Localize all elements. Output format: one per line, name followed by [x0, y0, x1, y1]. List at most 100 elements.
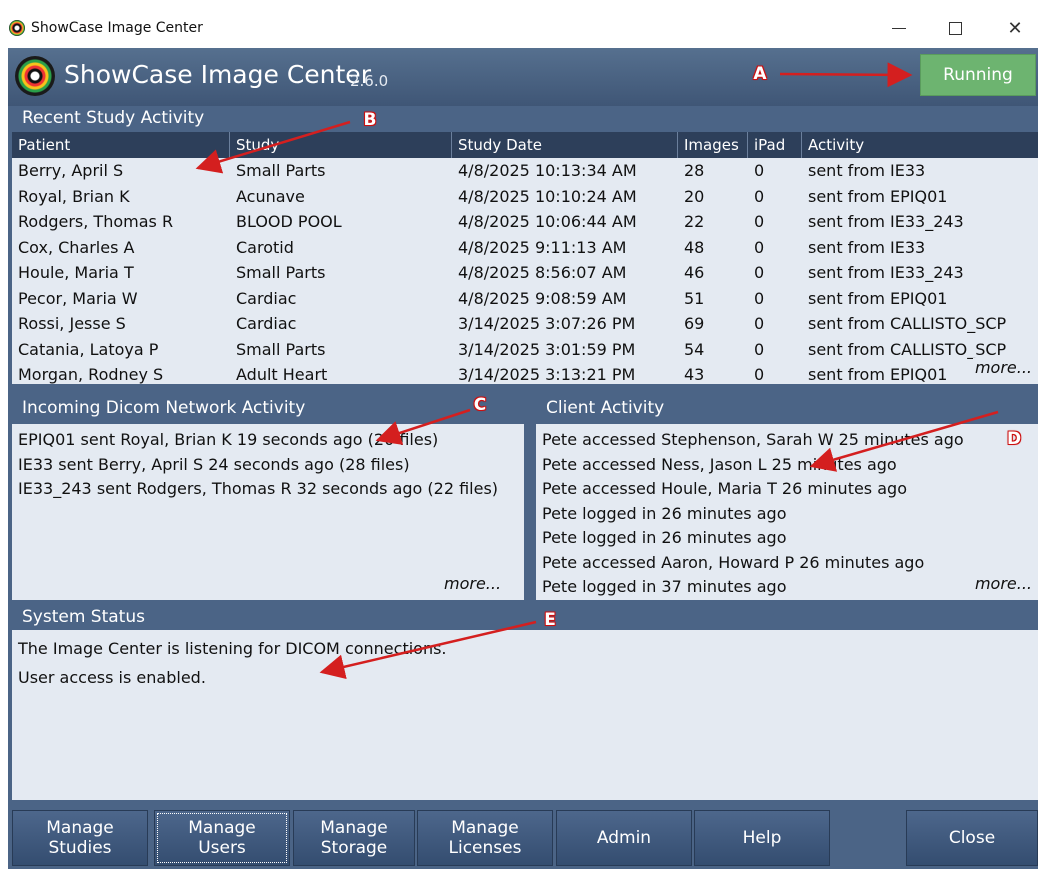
table-row[interactable]: Berry, April S Small Parts 4/8/2025 10:13:… [12, 158, 1038, 184]
maximize-icon [948, 21, 962, 35]
annotation-label-c: C [473, 395, 487, 415]
list-item: EPIQ01 sent Royal, Brian K 19 seconds ag… [18, 430, 439, 449]
cell-activity: sent from IE33_243 [808, 212, 964, 231]
help-button[interactable]: Help [694, 810, 830, 866]
cell-activity: sent from CALLISTO_SCP [808, 314, 1007, 333]
cell-study: Small Parts [236, 263, 326, 282]
cell-study: Carotid [236, 237, 294, 257]
cell-ipad: 0 [754, 212, 765, 231]
recent-study-title: Recent Study Activity [22, 108, 205, 128]
cell-study-date: 4/8/2025 9:11:13 AM [458, 237, 627, 257]
cell-patient: Cox, Charles A [18, 237, 135, 257]
cell-images: 46 [684, 263, 705, 282]
column-header-images[interactable]: Images [678, 132, 748, 158]
manage-studies-button[interactable]: Manage Studies [12, 810, 148, 866]
cell-images: 69 [684, 314, 705, 333]
table-row[interactable]: Catania, Latoya P Small Parts 3/14/2025 3:… [12, 337, 1038, 363]
cell-ipad: 0 [754, 314, 765, 333]
column-header-study-date[interactable]: Study Date [452, 132, 678, 158]
cell-images: 54 [684, 339, 705, 359]
cell-study: BLOOD POOL [236, 212, 342, 231]
client-activity-title: Client Activity [546, 398, 665, 418]
cell-study: Cardiac [236, 288, 297, 308]
cell-ipad: 0 [754, 237, 765, 257]
window-title: ShowCase Image Center [31, 20, 203, 36]
app-window: ShowCase Image Center 2.6.0 Running Rece… [8, 48, 1038, 869]
admin-button[interactable]: Admin [556, 810, 692, 866]
cell-patient: Catania, Latoya P [18, 339, 159, 359]
running-status-button[interactable]: Running [920, 54, 1036, 96]
manage-users-button[interactable]: Manage Users [154, 810, 290, 866]
help-label: Help [742, 828, 782, 848]
incoming-activity-list: EPIQ01 sent Royal, Brian K 19 seconds ag… [18, 428, 522, 502]
app-title: ShowCase Image Center [64, 60, 371, 89]
study-table-header: Patient Study Study Date Images iPad Act… [12, 132, 1038, 158]
close-window-button[interactable]: ✕ [992, 12, 1038, 44]
manage-licenses-label: Manage Licenses [448, 818, 522, 858]
client-activity-list: Pete accessed Stephenson, Sarah W 25 min… [542, 428, 964, 600]
column-header-ipad[interactable]: iPad [748, 132, 802, 158]
maximize-button[interactable] [932, 12, 978, 44]
cell-images: 48 [684, 237, 705, 257]
manage-users-label: Manage Users [188, 818, 256, 858]
cell-patient: Pecor, Maria W [18, 288, 138, 308]
column-header-activity[interactable]: Activity [802, 132, 1038, 158]
cell-patient: Rossi, Jesse S [18, 314, 126, 333]
cell-study: Small Parts [236, 161, 326, 180]
cell-images: 20 [684, 186, 705, 206]
study-more-link[interactable]: more... [972, 358, 1032, 377]
admin-label: Admin [596, 828, 652, 848]
cell-patient: Rodgers, Thomas R [18, 212, 174, 231]
window-titlebar: ShowCase Image Center ✕ [0, 8, 1038, 48]
cell-patient: Houle, Maria T [18, 263, 134, 282]
incoming-activity-title: Incoming Dicom Network Activity [22, 398, 306, 418]
cell-images: 43 [684, 365, 705, 384]
cell-study-date: 4/8/2025 10:06:44 AM [458, 212, 637, 231]
table-row[interactable]: Cox, Charles A Carotid 4/8/2025 9:11:13 AM… [12, 235, 1038, 261]
cell-study: Acunave [236, 186, 305, 206]
column-header-study[interactable]: Study [230, 132, 452, 158]
column-header-patient[interactable]: Patient [12, 132, 230, 158]
cell-ipad: 0 [754, 288, 765, 308]
table-row[interactable]: Rodgers, Thomas R BLOOD POOL 4/8/2025 10:0… [12, 209, 1038, 235]
close-icon: ✕ [1007, 17, 1023, 39]
app-version: 2.6.0 [350, 72, 389, 90]
cell-study-date: 4/8/2025 9:08:59 AM [458, 288, 627, 308]
incoming-activity-panel: EPIQ01 sent Royal, Brian K 19 seconds ag… [12, 424, 524, 600]
minimize-icon [892, 27, 906, 29]
manage-licenses-button[interactable]: Manage Licenses [417, 810, 553, 866]
cell-study-date: 4/8/2025 10:13:34 AM [458, 161, 637, 180]
table-row[interactable]: Pecor, Maria W Cardiac 4/8/2025 9:08:59 AM… [12, 286, 1038, 312]
list-item: Pete accessed Ness, Jason L 25 minutes a… [542, 454, 897, 474]
system-status-title: System Status [22, 607, 145, 627]
cell-study-date: 4/8/2025 8:56:07 AM [458, 263, 627, 282]
client-more-link[interactable]: more... [975, 574, 1032, 593]
app-icon [9, 20, 25, 36]
cell-activity: sent from EPIQ01 [808, 288, 948, 308]
minimize-button[interactable] [876, 12, 922, 44]
table-row[interactable]: Houle, Maria T Small Parts 4/8/2025 8:56:0… [12, 260, 1038, 286]
cell-ipad: 0 [754, 186, 765, 206]
cell-ipad: 0 [754, 161, 765, 180]
cell-study-date: 3/14/2025 3:01:59 PM [458, 339, 636, 359]
close-button[interactable]: Close [906, 810, 1038, 866]
close-label: Close [948, 828, 996, 848]
cell-images: 22 [684, 212, 705, 231]
cell-activity: sent from EPIQ01 [808, 186, 948, 206]
status-line: User access is enabled. [18, 668, 206, 687]
table-row[interactable]: Royal, Brian K Acunave 4/8/2025 10:10:24 A… [12, 184, 1038, 210]
table-row[interactable]: Morgan, Rodney S Adult Heart 3/14/2025 3:1… [12, 362, 1038, 384]
list-item: Pete accessed Houle, Maria T 26 minutes … [542, 479, 907, 498]
cell-activity: sent from IE33 [808, 237, 926, 257]
table-row[interactable]: Rossi, Jesse S Cardiac 3/14/2025 3:07:26 P… [12, 311, 1038, 337]
incoming-more-link[interactable]: more... [444, 574, 501, 593]
cell-study: Adult Heart [236, 365, 328, 384]
cell-study-date: 4/8/2025 10:10:24 AM [458, 186, 637, 206]
list-item: Pete logged in 26 minutes ago [542, 503, 787, 523]
manage-storage-button[interactable]: Manage Storage [293, 810, 415, 866]
cell-study-date: 3/14/2025 3:07:26 PM [458, 314, 636, 333]
cell-activity: sent from IE33_243 [808, 263, 964, 282]
cell-patient: Berry, April S [18, 161, 124, 180]
showcase-logo-icon [15, 56, 55, 96]
annotation-label-e: E [544, 610, 556, 630]
